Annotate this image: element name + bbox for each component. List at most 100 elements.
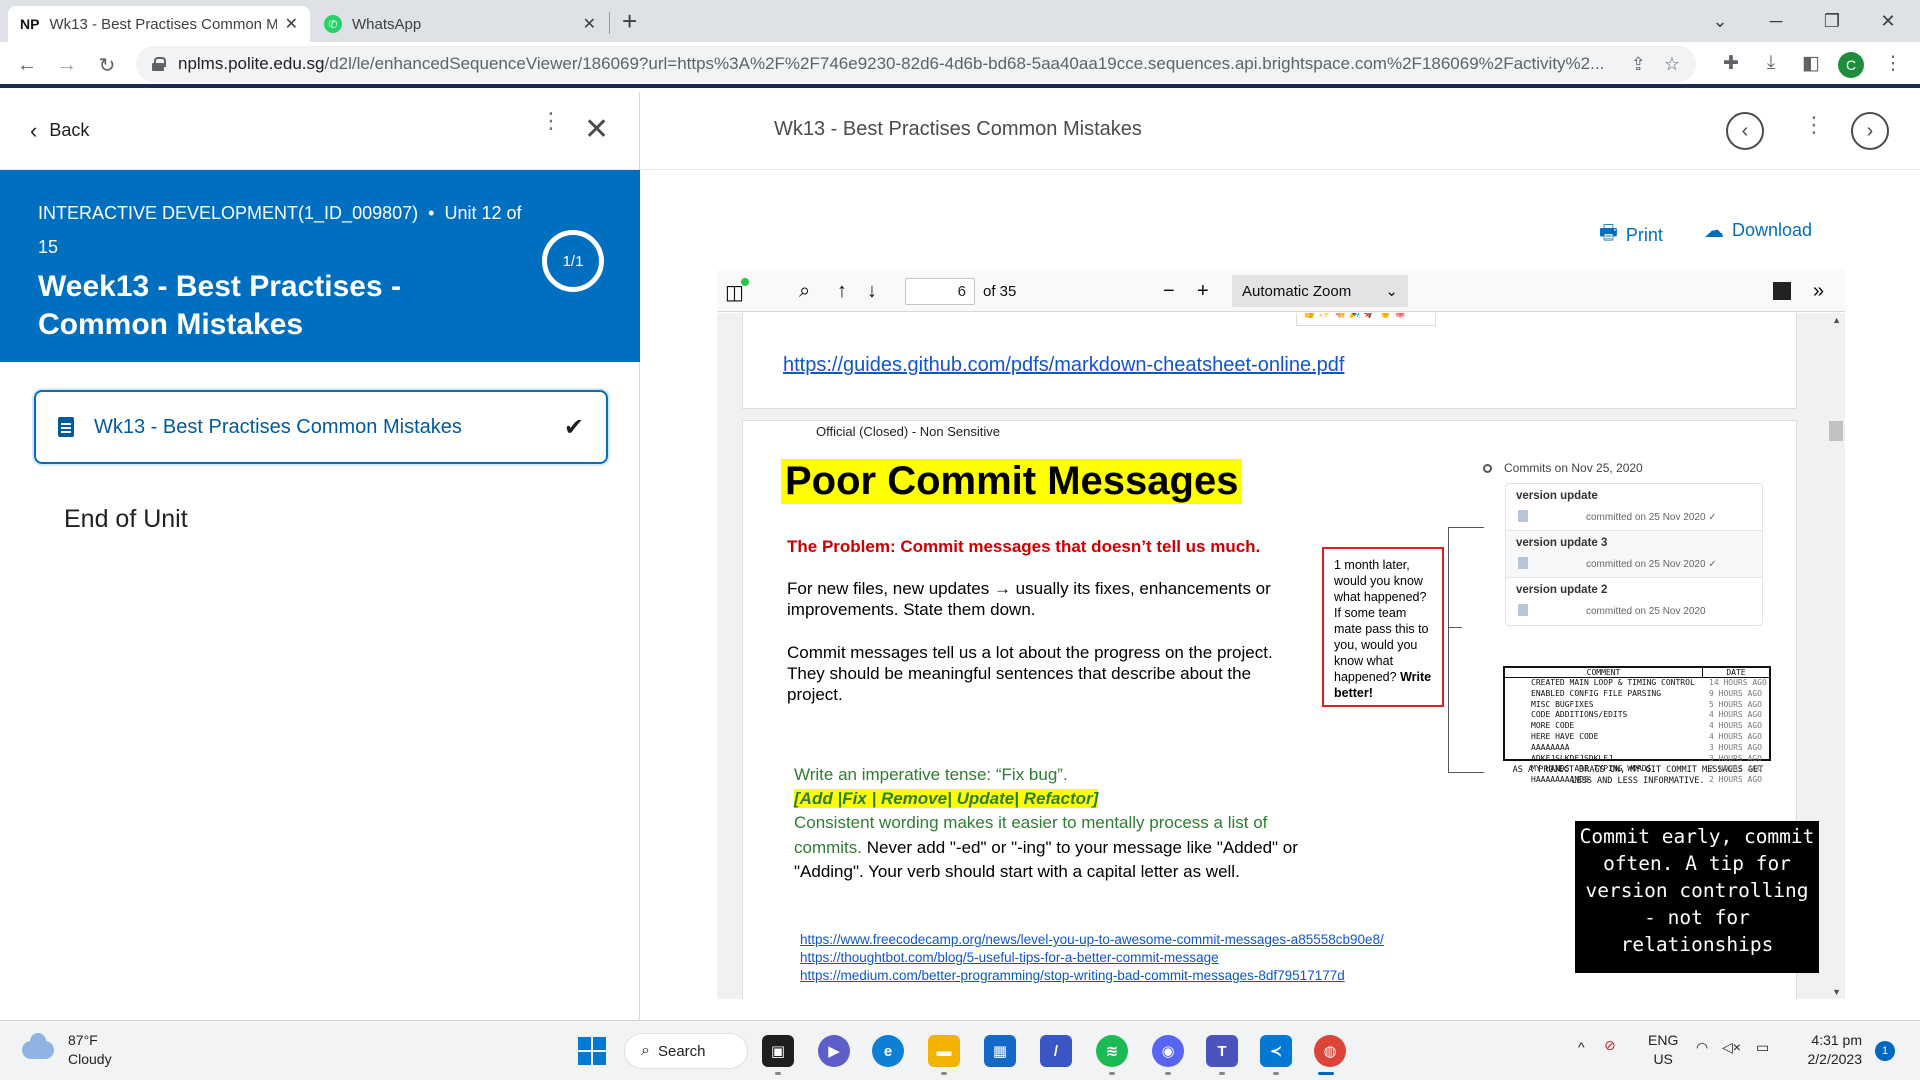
- reference-link[interactable]: https://medium.com/better-programming/st…: [800, 967, 1384, 985]
- zoom-in-icon[interactable]: +: [1197, 280, 1209, 303]
- chrome-icon[interactable]: ◍: [1314, 1035, 1346, 1067]
- scroll-down-icon[interactable]: ▼: [1832, 987, 1841, 997]
- scroll-thumb[interactable]: [1829, 421, 1843, 441]
- unit-navigation-panel: ‹ Back ⋮ ✕ INTERACTIVE DEVELOPMENT(1_ID_…: [0, 92, 640, 1020]
- previous-topic-button[interactable]: ‹: [1726, 112, 1764, 150]
- reference-link[interactable]: https://thoughtbot.com/blog/5-useful-tip…: [800, 949, 1384, 967]
- search-icon[interactable]: ⌕: [799, 280, 810, 303]
- zoom-select[interactable]: Automatic Zoom ⌄: [1232, 275, 1408, 307]
- presentation-mode-icon[interactable]: [1773, 282, 1791, 300]
- back-button[interactable]: ‹ Back: [30, 118, 89, 144]
- teams-chat-icon[interactable]: ▶: [818, 1035, 850, 1067]
- active-indicator: [1318, 1072, 1334, 1075]
- taskbar-search[interactable]: ⌕ Search: [624, 1033, 748, 1069]
- emoji-image-fragment: 👍 ✨ 🐫 🎉 🚀 🤘 🐙: [1296, 313, 1436, 326]
- zoom-out-icon[interactable]: −: [1163, 280, 1175, 303]
- paragraph-commit-messages: Commit messages tell us a lot about the …: [787, 643, 1273, 704]
- topic-label: Wk13 - Best Practises Common Mistakes: [94, 415, 462, 438]
- minimize-icon[interactable]: ─: [1748, 0, 1804, 42]
- reload-icon[interactable]: ↻: [92, 50, 122, 80]
- cloud-icon: [22, 1033, 54, 1059]
- xkcd-row: ENABLED CONFIG FILE PARSING 9 HOURS AGO: [1531, 688, 1762, 698]
- address-bar[interactable]: nplms.polite.edu.sg/d2l/le/enhancedSeque…: [136, 46, 1696, 82]
- pdf-page-previous: 👍 ✨ 🐫 🎉 🚀 🤘 🐙 https://guides.github.com/…: [742, 313, 1797, 409]
- tab-search-chevron-icon[interactable]: ⌄: [1692, 0, 1748, 42]
- unit-breadcrumb: INTERACTIVE DEVELOPMENT(1_ID_009807) • U…: [38, 196, 538, 264]
- close-window-icon[interactable]: ✕: [1860, 0, 1916, 42]
- profile-avatar[interactable]: C: [1838, 52, 1864, 78]
- xkcd-commit-table: COMMENT DATE CREATED MAIN LOOP & TIMING …: [1503, 666, 1771, 784]
- file-explorer-icon[interactable]: ▬: [928, 1035, 960, 1067]
- restore-icon[interactable]: ❐: [1804, 0, 1860, 42]
- browser-tab-whatsapp[interactable]: ✆ WhatsApp ✕: [312, 6, 608, 42]
- notification-badge[interactable]: 1: [1875, 1041, 1895, 1061]
- reference-link[interactable]: https://www.freecodecamp.org/news/level-…: [800, 931, 1384, 949]
- notepad-app-icon[interactable]: /: [1040, 1035, 1072, 1067]
- edge-browser-icon[interactable]: e: [872, 1035, 904, 1067]
- more-options-icon[interactable]: ⋮: [540, 110, 562, 132]
- weather-widget[interactable]: 87°F Cloudy: [22, 1031, 112, 1069]
- xkcd-row: AAAAAAAA 3 HOURS AGO: [1531, 742, 1762, 752]
- topic-item[interactable]: Wk13 - Best Practises Common Mistakes ✔: [34, 390, 608, 464]
- slide-title: Poor Commit Messages: [781, 459, 1243, 504]
- pdf-scrollbar[interactable]: ▲ ▼: [1827, 313, 1845, 999]
- next-page-icon[interactable]: ↓: [867, 280, 877, 303]
- print-button[interactable]: 🖶 Print: [1599, 218, 1663, 252]
- course-name: INTERACTIVE DEVELOPMENT(1_ID_009807): [38, 203, 419, 223]
- xkcd-row: CREATED MAIN LOOP & TIMING CONTROL 14 HOU…: [1531, 678, 1767, 687]
- url-text[interactable]: nplms.polite.edu.sg/d2l/le/enhancedSeque…: [178, 54, 1613, 74]
- reference-links: https://www.freecodecamp.org/news/level-…: [800, 931, 1384, 985]
- search-label: Search: [657, 1042, 706, 1060]
- end-of-unit-link[interactable]: End of Unit: [64, 505, 188, 534]
- chrome-menu-icon[interactable]: ⋮: [1880, 52, 1906, 75]
- scroll-up-icon[interactable]: ▲: [1832, 315, 1841, 325]
- tab-title: WhatsApp: [352, 15, 422, 33]
- task-view-icon[interactable]: ▣: [762, 1035, 794, 1067]
- lock-icon: [152, 57, 166, 71]
- close-icon[interactable]: ✕: [584, 112, 609, 147]
- extensions-puzzle-icon[interactable]: ✚: [1718, 52, 1744, 75]
- page-number-input[interactable]: 6: [905, 278, 975, 305]
- wifi-icon[interactable]: ◠: [1696, 1039, 1708, 1056]
- antivirus-tray-icon[interactable]: ⊘: [1604, 1037, 1616, 1054]
- download-icon[interactable]: ⤓: [1758, 52, 1784, 74]
- content-header: Wk13 - Best Practises Common Mistakes ‹ …: [641, 92, 1920, 170]
- tab-divider: [609, 12, 610, 34]
- new-tab-button[interactable]: +: [622, 6, 637, 36]
- more-options-icon[interactable]: ⋮: [1803, 114, 1825, 136]
- teams-icon[interactable]: T: [1206, 1035, 1238, 1067]
- xkcd-row: CODE ADDITIONS/EDITS 4 HOURS AGO: [1531, 710, 1762, 720]
- vscode-icon[interactable]: ≺: [1260, 1035, 1292, 1067]
- microsoft-store-icon[interactable]: ▦: [984, 1035, 1016, 1067]
- spotify-icon[interactable]: ≋: [1096, 1035, 1128, 1067]
- classification-label: Official (Closed) - Non Sensitive: [816, 424, 1000, 439]
- back-arrow-icon[interactable]: ←: [12, 50, 42, 80]
- callout-bracket: [1448, 527, 1484, 773]
- share-icon[interactable]: ⇪: [1631, 54, 1646, 75]
- show-hidden-icons-chevron-icon[interactable]: ^: [1578, 1039, 1585, 1055]
- bookmark-star-icon[interactable]: ☆: [1664, 54, 1680, 75]
- left-panel-header: ‹ Back ⋮ ✕: [0, 92, 639, 170]
- battery-icon[interactable]: ▭: [1756, 1039, 1769, 1056]
- tip-consistent-wording: Consistent wording makes it easier to me…: [794, 813, 1298, 881]
- next-topic-button[interactable]: ›: [1851, 112, 1889, 150]
- language-indicator[interactable]: ENG US: [1648, 1031, 1678, 1069]
- close-tab-icon[interactable]: ✕: [583, 14, 596, 34]
- windows-start-icon[interactable]: [576, 1035, 608, 1067]
- forward-arrow-icon[interactable]: →: [52, 50, 82, 80]
- browser-tab-active[interactable]: NP Wk13 - Best Practises Common Mistakes…: [8, 6, 310, 42]
- previous-page-icon[interactable]: ↑: [837, 280, 847, 303]
- discord-icon[interactable]: ◉: [1152, 1035, 1184, 1067]
- xkcd-row: HERE HAVE CODE 4 HOURS AGO: [1531, 731, 1762, 741]
- tip-keywords: [Add |Fix | Remove| Update| Refactor]: [794, 789, 1099, 808]
- side-panel-icon[interactable]: ◧: [1798, 52, 1824, 75]
- system-clock[interactable]: 4:31 pm 2/2/2023: [1790, 1031, 1863, 1069]
- close-tab-icon[interactable]: ✕: [285, 14, 298, 34]
- zoom-value: Automatic Zoom: [1242, 282, 1352, 300]
- download-label: Download: [1732, 220, 1813, 240]
- download-button[interactable]: ☁ Download: [1704, 218, 1812, 243]
- tools-double-chevron-icon[interactable]: »: [1813, 280, 1824, 303]
- xkcd-row: HAAAAAAAANDS 2 HOURS AGO: [1531, 775, 1762, 785]
- volume-muted-icon[interactable]: ◁×: [1722, 1039, 1741, 1056]
- markdown-cheatsheet-link[interactable]: https://guides.github.com/pdfs/markdown-…: [783, 354, 1344, 377]
